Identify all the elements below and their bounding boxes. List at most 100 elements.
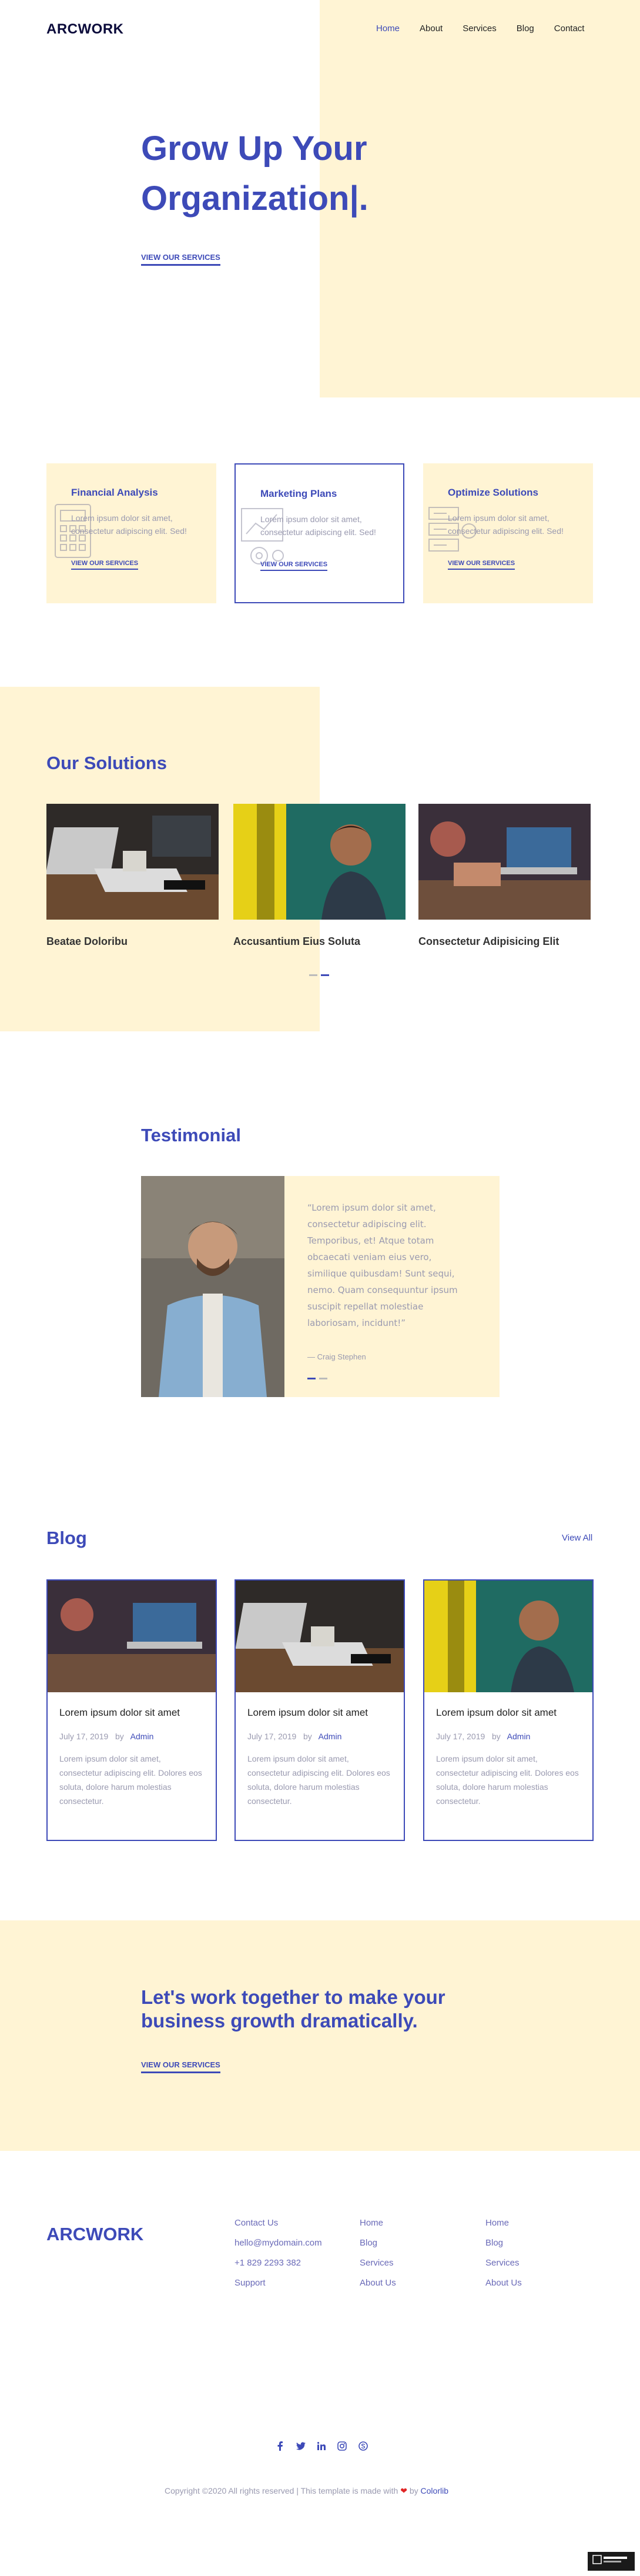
heart-icon: ❤ <box>400 2486 407 2495</box>
carousel-dot-active[interactable] <box>307 1378 316 1379</box>
footer-link[interactable]: About Us <box>485 2278 522 2288</box>
smiling-man-photo <box>424 1581 592 1692</box>
blog-title[interactable]: Lorem ipsum dolor sit amet <box>436 1707 581 1719</box>
facebook-icon[interactable] <box>276 2441 284 2451</box>
testimonial-dots <box>307 1378 327 1379</box>
laptop-desk-photo <box>235 1581 404 1692</box>
blog-date: July 17, 2019 <box>247 1732 297 1741</box>
nav-contact[interactable]: Contact <box>554 24 585 34</box>
service-link[interactable]: VIEW OUR SERVICES <box>448 560 515 570</box>
nav-about[interactable]: About <box>420 24 443 34</box>
service-title: Optimize Solutions <box>448 487 538 498</box>
solution-card[interactable]: Consectetur Adipisicing Elit <box>418 804 591 948</box>
footer-logo[interactable]: ARCWORK <box>46 2224 143 2245</box>
service-link[interactable]: VIEW OUR SERVICES <box>71 560 139 570</box>
solution-card[interactable]: Beatae Doloribu <box>45 804 219 948</box>
footer-nav-column: Home Blog Services About Us <box>360 2218 396 2288</box>
service-text: Lorem ipsum dolor sit amet, consectetur … <box>260 514 376 537</box>
blog-by: by <box>115 1732 124 1741</box>
solution-caption: Beatae Doloribu <box>46 935 128 947</box>
nav-services[interactable]: Services <box>463 24 497 34</box>
blog-meta: July 17, 2019 by Admin <box>436 1732 581 1741</box>
copyright-by: by <box>409 2486 418 2495</box>
hero-title-line2: Organization|. <box>141 179 368 218</box>
footer-link[interactable]: Support <box>234 2278 322 2288</box>
footer-link[interactable]: Contact Us <box>234 2218 322 2228</box>
blog-heading: Blog <box>46 1528 87 1548</box>
meeting-laptop-photo <box>418 804 591 920</box>
footer-link[interactable]: Services <box>360 2258 396 2268</box>
watermark-icon <box>592 2555 627 2564</box>
footer-nav-column: Home Blog Services About Us <box>485 2218 522 2288</box>
view-all-link[interactable]: View All <box>562 1533 592 1543</box>
blog-card[interactable]: Lorem ipsum dolor sit amet July 17, 2019… <box>234 1579 405 1841</box>
service-title: Financial Analysis <box>71 487 158 498</box>
testimonial-heading: Testimonial <box>141 1125 241 1145</box>
footer-link[interactable]: Home <box>485 2218 522 2228</box>
footer-link[interactable]: Blog <box>485 2238 522 2248</box>
footer-email[interactable]: hello@mydomain.com <box>234 2238 322 2248</box>
solutions-heading: Our Solutions <box>46 753 167 773</box>
blog-excerpt: Lorem ipsum dolor sit amet, consectetur … <box>436 1754 579 1806</box>
blog-excerpt: Lorem ipsum dolor sit amet, consectetur … <box>59 1754 202 1806</box>
cta-background <box>0 1920 640 2151</box>
footer-link[interactable]: Blog <box>360 2238 396 2248</box>
carousel-dot[interactable] <box>319 1378 327 1379</box>
cta-services-link[interactable]: VIEW OUR SERVICES <box>141 2060 220 2073</box>
hero-title: Grow Up Your Organization|. <box>141 123 447 223</box>
testimonial-quote: “Lorem ipsum dolor sit amet, consectetur… <box>307 1202 458 1328</box>
footer-phone[interactable]: +1 829 2293 382 <box>234 2258 322 2268</box>
blog-card[interactable]: Lorem ipsum dolor sit amet July 17, 2019… <box>46 1579 217 1841</box>
blog-title[interactable]: Lorem ipsum dolor sit amet <box>59 1707 204 1719</box>
blog-card[interactable]: Lorem ipsum dolor sit amet July 17, 2019… <box>423 1579 594 1841</box>
solution-card[interactable]: Accusantium Eius Soluta <box>233 804 406 948</box>
carousel-dot-active[interactable] <box>321 974 329 976</box>
hero-title-line1: Grow Up Your <box>141 129 367 168</box>
main-nav: Home About Services Blog Contact <box>376 24 584 34</box>
nav-home[interactable]: Home <box>376 24 400 34</box>
twitter-icon[interactable] <box>296 2441 306 2451</box>
solution-caption: Accusantium Eius Soluta <box>233 935 361 947</box>
blog-by: by <box>491 1732 501 1741</box>
blog-author[interactable]: Admin <box>319 1732 342 1741</box>
smiling-man-photo <box>233 804 406 920</box>
laptop-desk-photo <box>45 804 219 920</box>
blog-title[interactable]: Lorem ipsum dolor sit amet <box>247 1707 392 1719</box>
carousel-dot[interactable] <box>309 974 317 976</box>
service-text: Lorem ipsum dolor sit amet, consectetur … <box>448 513 564 536</box>
blog-meta: July 17, 2019 by Admin <box>247 1732 392 1741</box>
service-link[interactable]: VIEW OUR SERVICES <box>260 561 328 571</box>
site-logo[interactable]: ARCWORK <box>46 21 123 38</box>
blog-date: July 17, 2019 <box>436 1732 485 1741</box>
blog-author[interactable]: Admin <box>130 1732 154 1741</box>
carousel-dots <box>309 974 329 976</box>
blog-date: July 17, 2019 <box>59 1732 109 1741</box>
linkedin-icon[interactable] <box>317 2441 326 2451</box>
blog-excerpt: Lorem ipsum dolor sit amet, consectetur … <box>247 1754 390 1806</box>
service-card: Marketing Plans Lorem ipsum dolor sit am… <box>234 463 404 603</box>
testimonial-author: — Craig Stephen <box>307 1352 366 1361</box>
view-services-link[interactable]: VIEW OUR SERVICES <box>141 253 220 266</box>
footer-link[interactable]: Home <box>360 2218 396 2228</box>
solution-caption: Consectetur Adipisicing Elit <box>418 935 559 947</box>
instagram-icon[interactable] <box>337 2441 347 2451</box>
colorlib-link[interactable]: Colorlib <box>421 2486 448 2495</box>
testimonial-photo <box>141 1176 284 1397</box>
social-links <box>276 2441 368 2451</box>
skype-icon[interactable] <box>358 2441 368 2451</box>
nav-blog[interactable]: Blog <box>517 24 534 34</box>
blog-author[interactable]: Admin <box>507 1732 531 1741</box>
blog-by: by <box>303 1732 312 1741</box>
footer-link[interactable]: Services <box>485 2258 522 2268</box>
service-card: Financial Analysis Lorem ipsum dolor sit… <box>46 463 216 603</box>
copyright-text: Copyright ©2020 All rights reserved | Th… <box>165 2486 448 2496</box>
service-text: Lorem ipsum dolor sit amet, consectetur … <box>71 513 187 536</box>
footer-link[interactable]: About Us <box>360 2278 396 2288</box>
copyright-prefix: Copyright ©2020 All rights reserved | Th… <box>165 2486 398 2495</box>
service-card: Optimize Solutions Lorem ipsum dolor sit… <box>423 463 593 603</box>
footer-contact-column: Contact Us hello@mydomain.com +1 829 229… <box>234 2218 322 2288</box>
blog-meta: July 17, 2019 by Admin <box>59 1732 204 1741</box>
cta-title: Let's work together to make your busines… <box>141 1986 445 2032</box>
corner-watermark-logo <box>588 2552 635 2571</box>
meeting-laptop-photo <box>48 1581 216 1692</box>
